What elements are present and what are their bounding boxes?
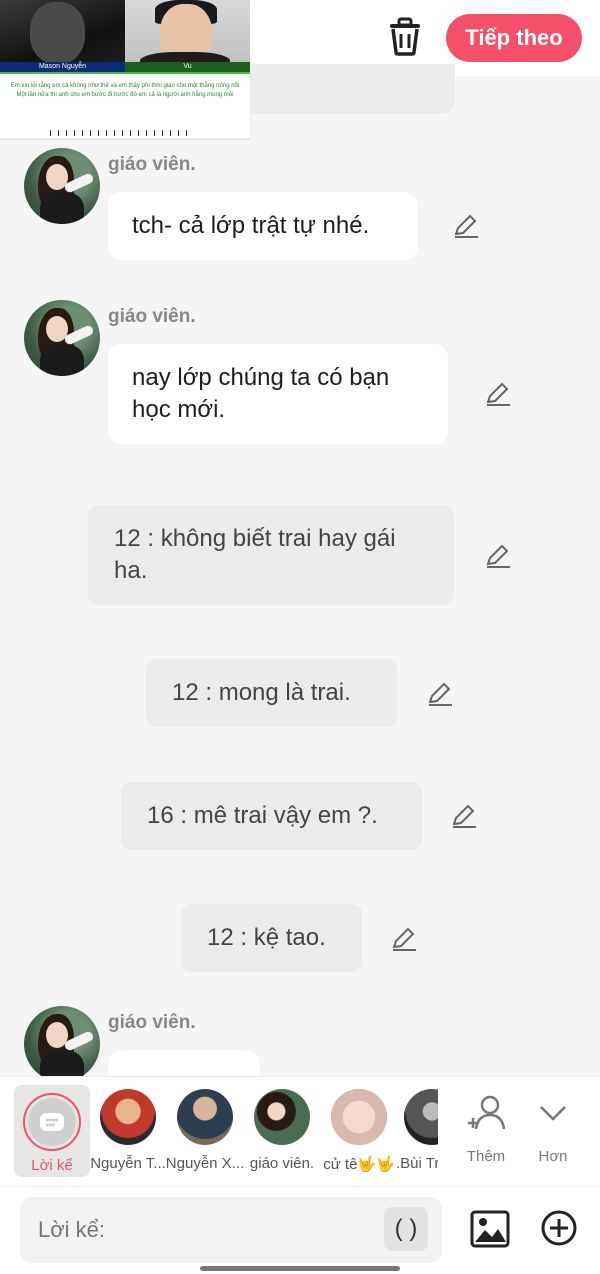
- edit-icon[interactable]: [452, 212, 480, 240]
- more-label: Hơn: [538, 1148, 568, 1165]
- thumbnail-divider: [0, 72, 250, 74]
- speaker-name: giáo viên.: [108, 306, 196, 327]
- narration-bubble[interactable]: 12 : kệ tao.: [181, 904, 362, 972]
- add-character-label: Thêm: [466, 1148, 506, 1165]
- thumbnail-ticks: [50, 130, 190, 136]
- character-bar: Lời kể Nguyễn T... Nguyễn X... giáo viên…: [0, 1076, 600, 1186]
- lyric-line-1: Em xin lỗi rằng em cả không như thế và e…: [10, 83, 240, 89]
- character-avatar: [331, 1089, 387, 1145]
- character-item[interactable]: Nguyễn X...: [165, 1085, 245, 1172]
- character-name: cử tê🤟🤟: [323, 1156, 395, 1173]
- chat-icon: [28, 1098, 76, 1146]
- trash-icon[interactable]: [386, 16, 424, 56]
- lyric-line-2: Một lần nữa thì anh cho em bước đi trước…: [16, 92, 234, 98]
- character-avatar: [254, 1089, 310, 1145]
- edit-icon[interactable]: [450, 802, 478, 830]
- character-name: Lời kể: [31, 1157, 73, 1174]
- chevron-down-icon: [540, 1106, 566, 1121]
- character-name: giáo viên.: [249, 1155, 315, 1172]
- narration-input[interactable]: [20, 1197, 442, 1263]
- video-thumbnail[interactable]: Mason Nguyễn Vu Em xin lỗi rằng em cả kh…: [0, 0, 250, 140]
- parenthesis-button[interactable]: ( ): [384, 1207, 428, 1251]
- character-name: Nguyễn X...: [165, 1155, 245, 1172]
- add-icon[interactable]: [540, 1209, 578, 1247]
- edit-icon[interactable]: [426, 680, 454, 708]
- character-name: .Bùi Tr: [396, 1155, 438, 1172]
- character-avatar: [100, 1089, 156, 1145]
- add-person-icon: [468, 1095, 506, 1130]
- edit-icon[interactable]: [484, 380, 512, 408]
- character-avatar: [404, 1089, 438, 1145]
- thumbnail-left-name: Mason Nguyễn: [0, 62, 125, 72]
- thumbnail-left-face: [30, 2, 85, 64]
- next-button[interactable]: Tiếp theo: [446, 14, 582, 62]
- add-character-button[interactable]: Thêm: [456, 1093, 516, 1165]
- character-item[interactable]: giáo viên.: [242, 1085, 322, 1172]
- character-narration[interactable]: Lời kể: [14, 1085, 90, 1177]
- image-icon[interactable]: [470, 1209, 510, 1249]
- previous-message-stub: [225, 64, 455, 114]
- speaker-name: giáo viên.: [108, 1012, 196, 1033]
- narration-bubble[interactable]: 12 : không biết trai hay gái ha.: [88, 505, 454, 605]
- input-bar: ( ): [0, 1186, 600, 1274]
- avatar[interactable]: [24, 1006, 100, 1082]
- character-avatar: [177, 1089, 233, 1145]
- character-item[interactable]: .Bùi Tr: [396, 1085, 438, 1172]
- more-button[interactable]: Hơn: [523, 1093, 583, 1165]
- message-bubble[interactable]: nay lớp chúng ta có bạn học mới.: [108, 344, 448, 444]
- message-bubble[interactable]: tch- cả lớp trật tự nhé.: [108, 192, 418, 260]
- narration-bubble[interactable]: 16 : mê trai vậy em ?.: [121, 782, 422, 850]
- character-item[interactable]: Nguyễn T...: [88, 1085, 168, 1172]
- avatar[interactable]: [24, 148, 100, 224]
- home-indicator[interactable]: [200, 1266, 400, 1271]
- speaker-name: giáo viên.: [108, 154, 196, 175]
- character-item[interactable]: cử tê🤟🤟: [319, 1085, 399, 1173]
- narration-bubble[interactable]: 12 : mong là trai.: [146, 659, 397, 727]
- edit-icon[interactable]: [484, 542, 512, 570]
- thumbnail-lyric: Em xin lỗi rằng em cả không như thế và e…: [6, 82, 244, 100]
- avatar[interactable]: [24, 300, 100, 376]
- narration-avatar: [23, 1093, 81, 1151]
- character-name: Nguyễn T...: [90, 1155, 166, 1172]
- thumbnail-right-name: Vu: [125, 62, 250, 72]
- edit-icon[interactable]: [390, 925, 418, 953]
